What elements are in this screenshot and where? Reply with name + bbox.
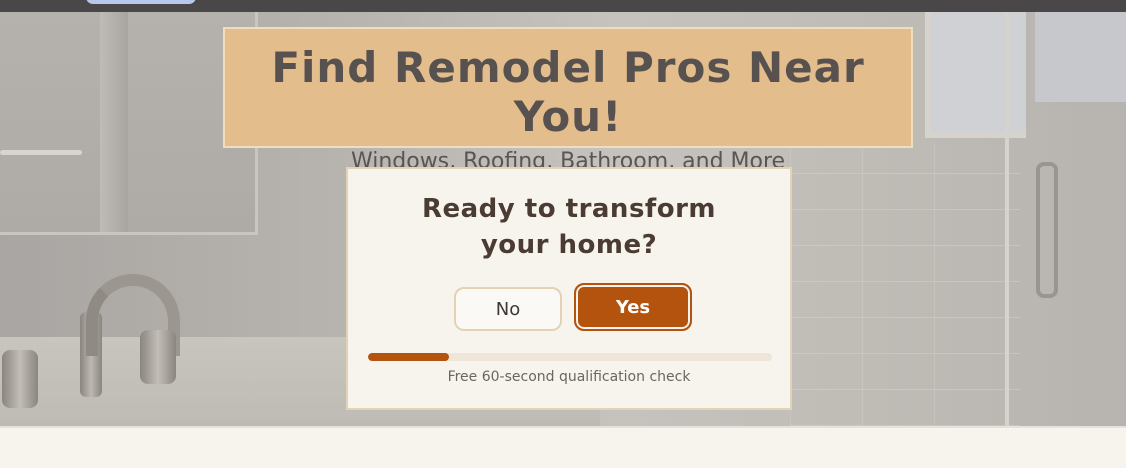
answer-buttons: No Yes <box>348 283 790 331</box>
background-window <box>925 12 1026 138</box>
background-shower-handle <box>1036 162 1058 298</box>
progress-bar-fill <box>368 353 449 361</box>
qualification-card: Ready to transform your home? No Yes Fre… <box>346 167 792 410</box>
background-faucet-knob-left <box>2 350 38 408</box>
no-button[interactable]: No <box>454 287 562 331</box>
background-faucet-knob-right <box>140 330 176 384</box>
progress-caption: Free 60-second qualification check <box>447 369 691 385</box>
background-mirror-edge <box>100 12 128 232</box>
yes-button[interactable]: Yes <box>574 283 692 331</box>
background-wall-tiles <box>790 142 1020 426</box>
background-towel-bar <box>0 150 82 155</box>
page-title: Find Remodel Pros Near You! <box>271 43 865 141</box>
hero-banner: Find Remodel Pros Near You! Windows, Roo… <box>223 27 913 174</box>
progress-bar <box>368 353 772 361</box>
page-content-area <box>0 426 1126 468</box>
background-window-pane <box>1035 12 1126 102</box>
background-mirror <box>0 12 258 235</box>
nav-pill-button[interactable] <box>86 0 196 4</box>
background-shower-glass-edge <box>1005 12 1009 426</box>
top-nav-bar <box>0 0 1126 12</box>
qualification-question: Ready to transform your home? <box>421 194 717 260</box>
